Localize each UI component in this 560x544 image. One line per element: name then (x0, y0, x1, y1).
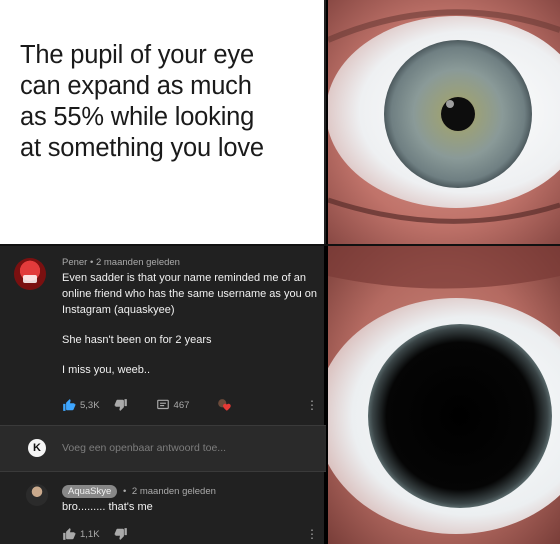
reply-author-chip[interactable]: AquaSkye (62, 485, 118, 498)
caption-text: The pupil of your eye can expand as much… (20, 40, 320, 164)
reply-actions: 1,1K (62, 527, 128, 541)
more-vert-icon[interactable]: ⋮ (306, 527, 318, 541)
reply-avatar[interactable] (26, 484, 48, 506)
reply-meta: AquaSkye • 2 maanden geleden (62, 485, 216, 498)
user-avatar: K (28, 439, 46, 457)
caption-line: as 55% while looking (20, 103, 255, 131)
like-count: 5,3K (80, 399, 100, 411)
comment-paragraph: I miss you, weeb.. (62, 364, 151, 376)
reply-input-placeholder[interactable]: Voeg een openbaar antwoord toe... (62, 442, 226, 454)
comment-panel: Pener • 2 maanden geleden Even sadder is… (0, 246, 326, 544)
creator-heart-icon (217, 398, 232, 412)
comment-time[interactable]: 2 maanden geleden (96, 257, 180, 268)
comment-paragraph: She hasn't been on for 2 years (62, 334, 212, 346)
eye-image-normal-pupil (328, 0, 560, 244)
caption-line: at something you love (20, 134, 264, 162)
caption-line: The pupil of your eye (20, 41, 254, 69)
avatar[interactable] (14, 258, 46, 290)
meta-separator: • (122, 486, 127, 497)
comment-body: Even sadder is that your name reminded m… (62, 270, 322, 378)
comment-meta: Pener • 2 maanden geleden (62, 257, 180, 268)
caption-panel: The pupil of your eye can expand as much… (0, 0, 326, 244)
reply-time[interactable]: 2 maanden geleden (132, 486, 216, 497)
thumbs-down-icon[interactable] (114, 398, 128, 412)
caption-line: can expand as much (20, 72, 252, 100)
comment-paragraph: Even sadder is that your name reminded m… (62, 272, 317, 316)
like-count: 1,1K (80, 528, 100, 540)
thumbs-up-icon[interactable] (62, 527, 76, 541)
reply-icon[interactable] (156, 398, 170, 412)
comment-actions: 5,3K 467 (62, 398, 232, 412)
comment-author[interactable]: Pener (62, 257, 87, 268)
thumbs-down-icon[interactable] (114, 527, 128, 541)
reply-count[interactable]: 467 (174, 400, 190, 411)
reply-text: bro......... that's me (62, 501, 153, 513)
eye-image-dilated-pupil (328, 246, 560, 544)
divider (0, 471, 326, 472)
thumbs-up-icon[interactable] (62, 398, 76, 412)
reply-input-box[interactable]: K Voeg een openbaar antwoord toe... (0, 426, 326, 471)
more-vert-icon[interactable]: ⋮ (306, 398, 318, 412)
meta-separator: • (90, 257, 94, 268)
